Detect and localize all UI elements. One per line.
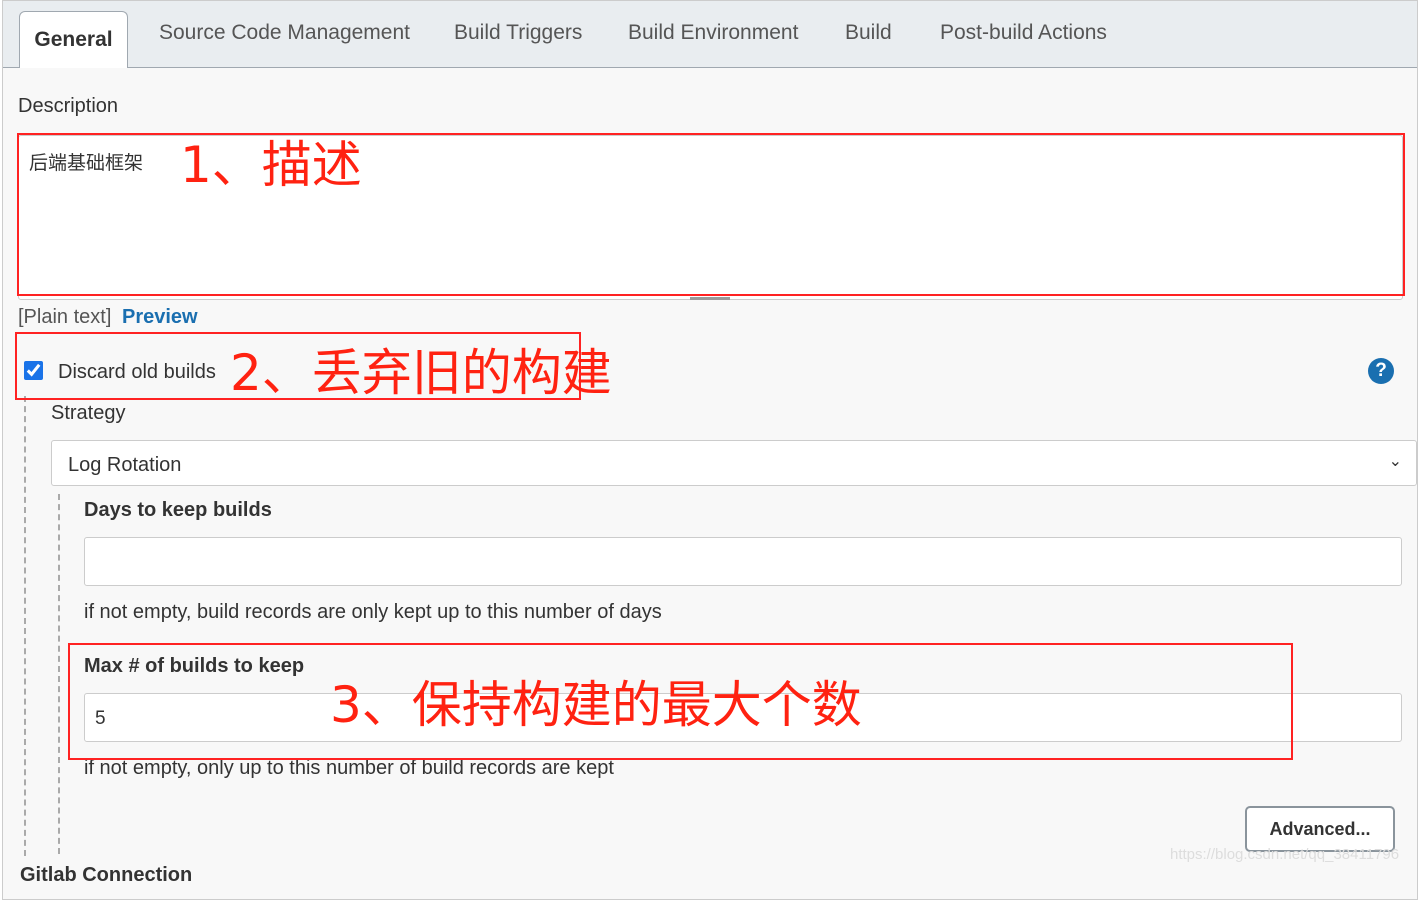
annotation-1: 1、描述 xyxy=(180,136,362,194)
days-to-keep-label: Days to keep builds xyxy=(84,499,272,521)
description-label: Description xyxy=(18,95,119,117)
strategy-select[interactable]: Log Rotation ⌄ xyxy=(51,440,1417,486)
strategy-value: Log Rotation xyxy=(68,454,182,476)
chevron-down-icon: ⌄ xyxy=(1388,453,1402,470)
plain-text-label: [Plain text] xyxy=(18,306,112,328)
tab-bar: General Source Code Management Build Tri… xyxy=(3,1,1417,68)
tab-post-build-actions[interactable]: Post-build Actions xyxy=(940,21,1107,45)
watermark: https://blog.csdn.net/qq_38411796 xyxy=(1170,846,1400,863)
annotation-2: 2、丢弃旧的构建 xyxy=(230,344,612,402)
tab-build-triggers[interactable]: Build Triggers xyxy=(454,21,582,45)
tab-general[interactable]: General xyxy=(19,11,128,68)
days-help-text: if not empty, build records are only kep… xyxy=(84,601,662,623)
tab-build[interactable]: Build xyxy=(845,21,892,45)
preview-link[interactable]: Preview xyxy=(122,306,198,329)
max-help-text: if not empty, only up to this number of … xyxy=(84,757,614,779)
annotation-3: 3、保持构建的最大个数 xyxy=(330,676,862,734)
days-to-keep-input[interactable] xyxy=(84,537,1402,586)
description-value: 后端基础框架 xyxy=(29,153,144,174)
gitlab-connection-heading: Gitlab Connection xyxy=(20,864,193,886)
resize-handle[interactable] xyxy=(690,297,730,300)
tab-source-code-management[interactable]: Source Code Management xyxy=(159,21,410,45)
tab-build-environment[interactable]: Build Environment xyxy=(628,21,798,45)
strategy-label: Strategy xyxy=(51,402,126,424)
max-builds-label: Max # of builds to keep xyxy=(84,655,305,677)
strategy-divider xyxy=(58,494,60,854)
discard-old-builds-checkbox[interactable] xyxy=(24,361,43,380)
help-icon[interactable]: ? xyxy=(1368,358,1394,384)
discard-old-builds-label: Discard old builds xyxy=(58,361,216,383)
section-divider xyxy=(24,396,26,856)
